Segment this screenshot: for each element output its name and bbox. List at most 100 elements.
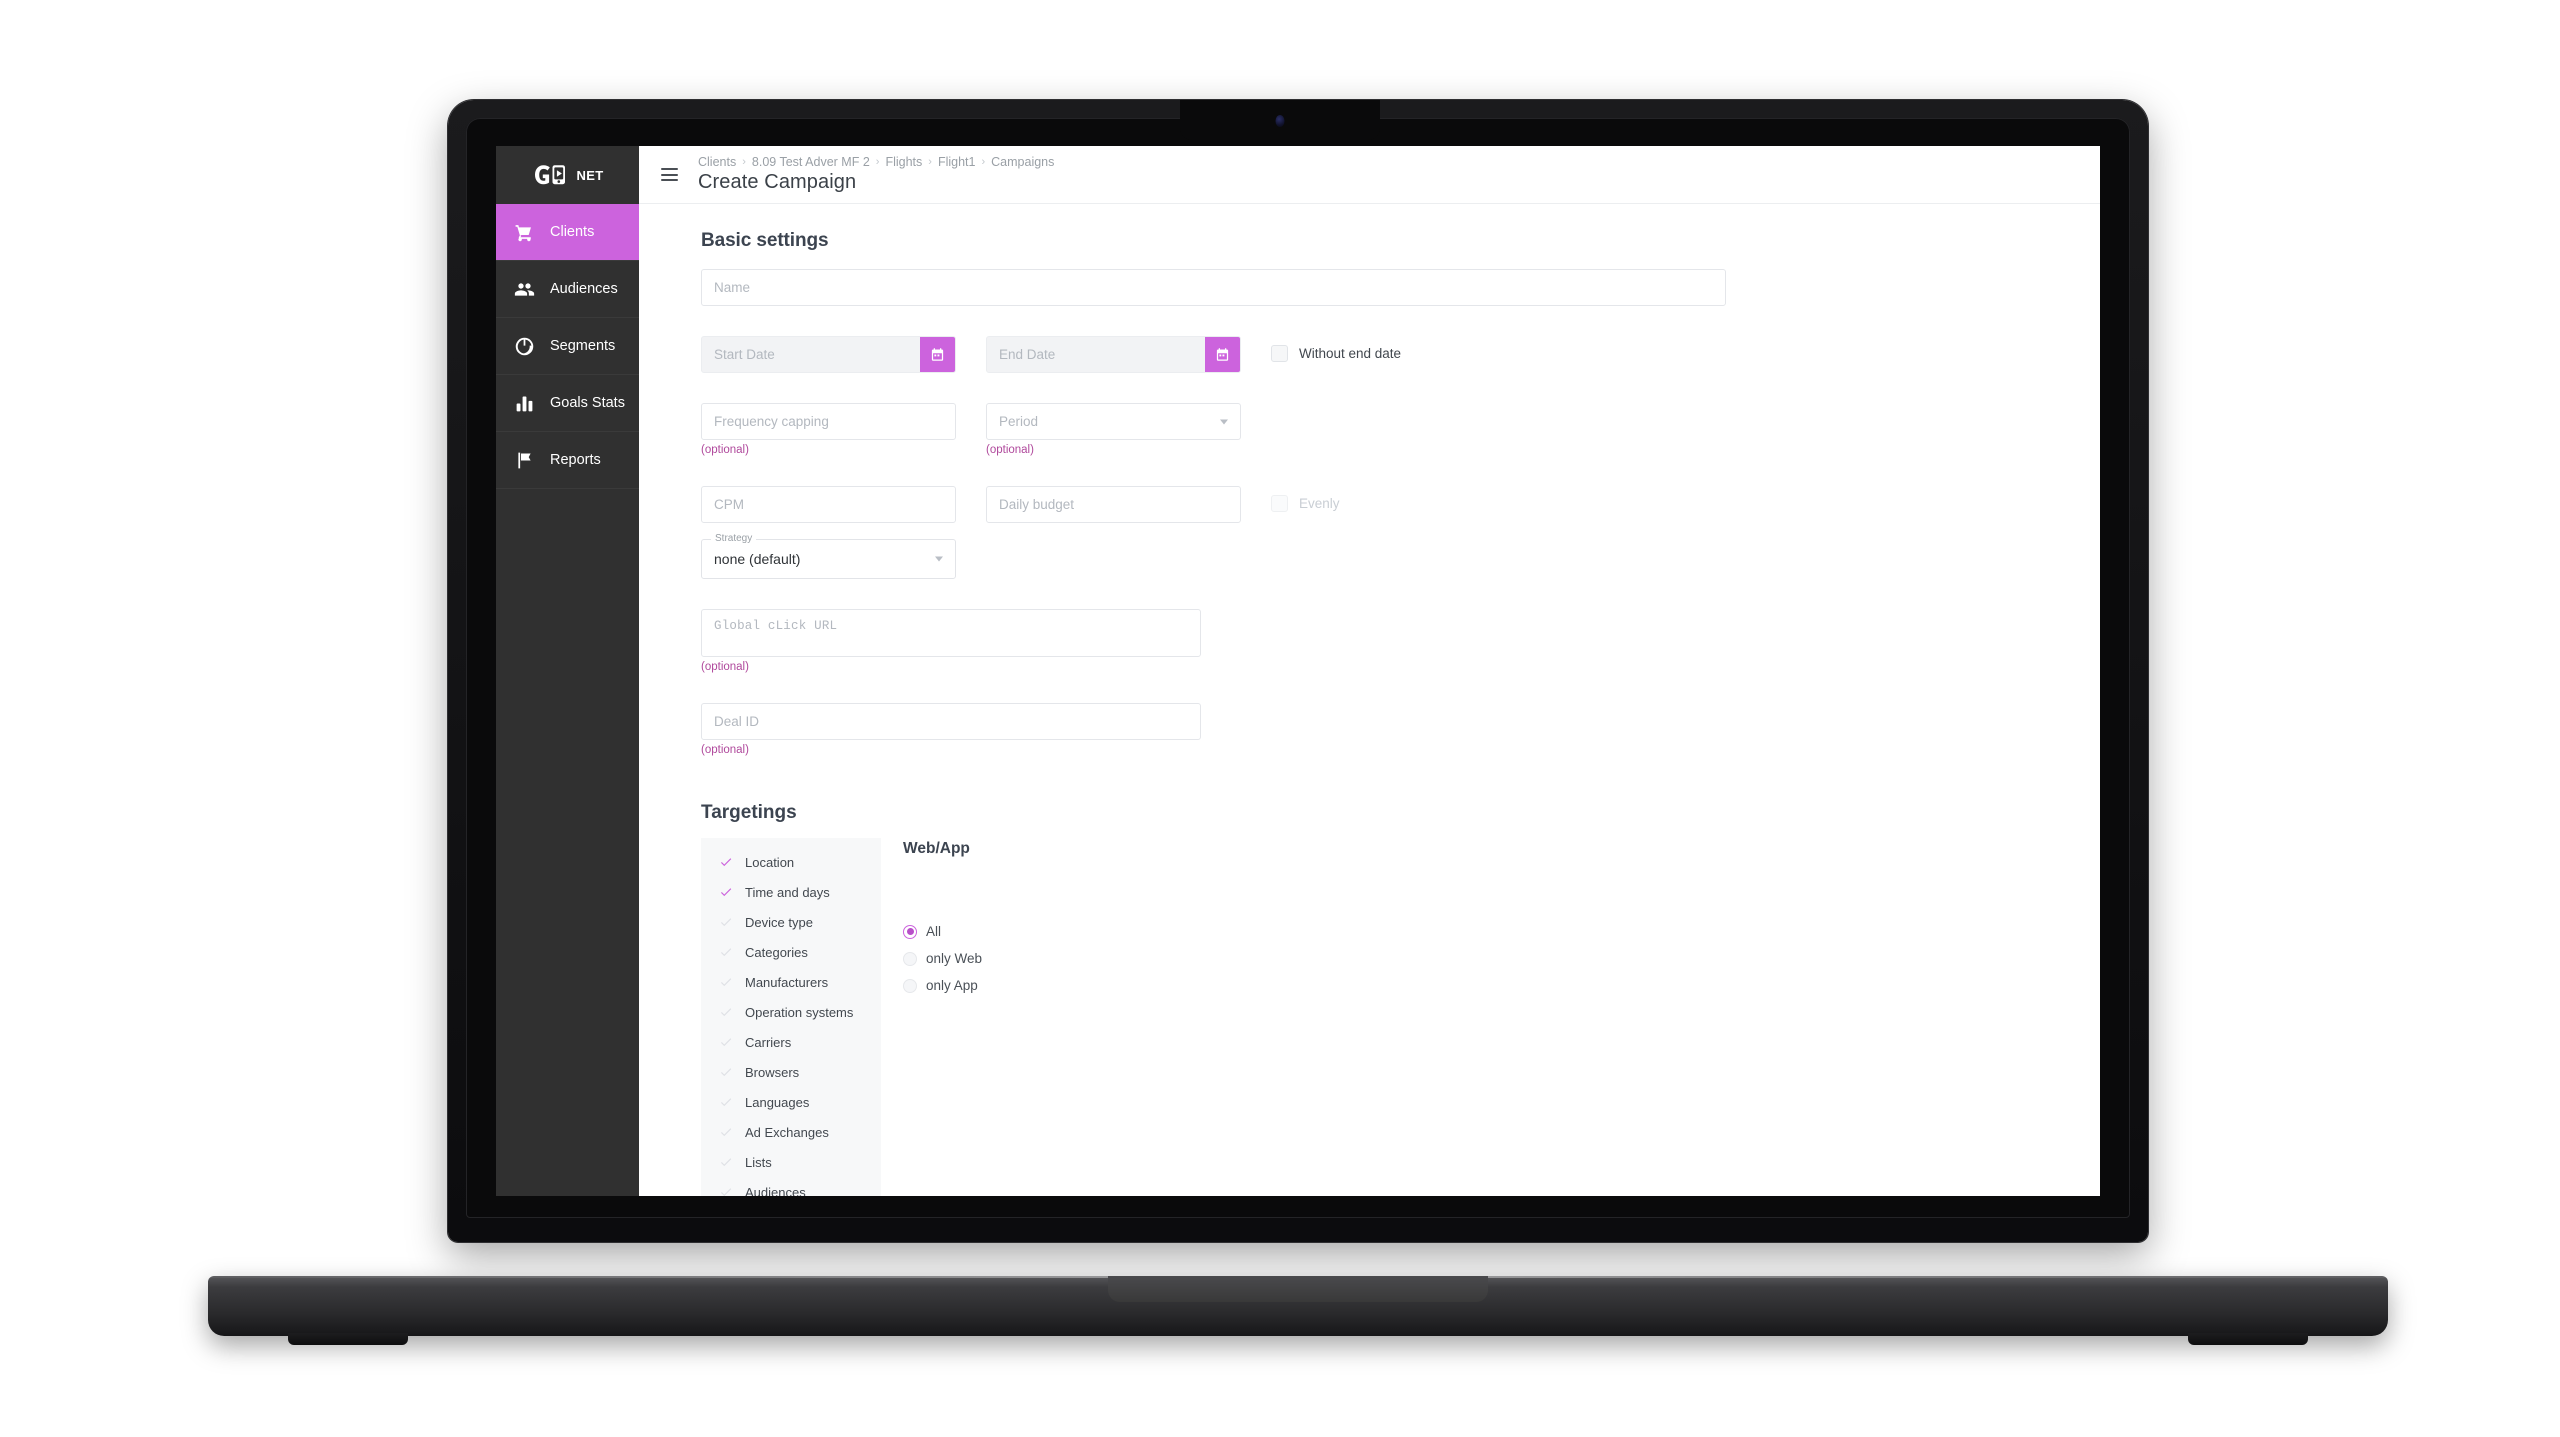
targeting-item-categories[interactable]: Categories xyxy=(709,937,873,967)
sidebar-item-goals-stats[interactable]: Goals Stats xyxy=(496,375,639,432)
evenly-checkbox[interactable]: Evenly xyxy=(1271,486,1340,512)
breadcrumb-item-flight1[interactable]: Flight1 xyxy=(938,155,976,169)
check-icon-inactive xyxy=(719,1125,733,1139)
targeting-item-label: Audiences xyxy=(745,1184,806,1197)
breadcrumb-separator-icon: › xyxy=(875,156,880,168)
targeting-item-audiences[interactable]: Audiences xyxy=(709,1177,873,1196)
radio-option-only-app[interactable]: only App xyxy=(903,972,982,999)
radio-icon-selected xyxy=(903,924,917,939)
period-optional-hint: (optional) xyxy=(986,444,1034,456)
header-titles: Clients › 8.09 Test Adver MF 2 › Flights… xyxy=(698,155,1054,194)
global-click-url-group: Global cLick URL (optional) xyxy=(701,609,1201,673)
laptop-mockup-scene: NET Clients Audiences Segments Goals Sta… xyxy=(0,0,2560,1437)
targeting-item-label: Categories xyxy=(745,944,808,960)
targeting-item-lists[interactable]: Lists xyxy=(709,1147,873,1177)
app-logo[interactable]: NET xyxy=(496,146,639,204)
form-row-global-click-url: Global cLick URL (optional) xyxy=(701,609,2100,673)
targeting-item-location[interactable]: Location xyxy=(709,847,873,877)
evenly-label: Evenly xyxy=(1299,496,1340,511)
bar-chart-icon xyxy=(514,393,535,414)
form-row-deal-id: Deal ID (optional) xyxy=(701,703,2100,756)
breadcrumb-item-advertiser[interactable]: 8.09 Test Adver MF 2 xyxy=(752,155,870,169)
name-input[interactable]: Name xyxy=(701,269,1726,306)
sidebar-item-clients[interactable]: Clients xyxy=(496,204,639,261)
go-net-logo-icon xyxy=(532,164,572,186)
laptop-camera-notch xyxy=(1180,100,1380,140)
deal-id-wrap: Deal ID xyxy=(701,703,1201,740)
cpm-wrap: CPM xyxy=(701,486,956,523)
breadcrumb-item-campaigns[interactable]: Campaigns xyxy=(991,155,1054,169)
sidebar-item-label: Audiences xyxy=(550,281,618,297)
deal-id-group: Deal ID (optional) xyxy=(701,703,1201,756)
name-field-wrap: Name xyxy=(701,269,1726,306)
targeting-item-operation-systems[interactable]: Operation systems xyxy=(709,997,873,1027)
targeting-item-browsers[interactable]: Browsers xyxy=(709,1057,873,1087)
targeting-item-label: Carriers xyxy=(745,1034,792,1050)
period-select[interactable]: Period xyxy=(986,403,1241,440)
targeting-item-time-and-days[interactable]: Time and days xyxy=(709,877,873,907)
check-icon-inactive xyxy=(719,1005,733,1019)
chevron-down-icon xyxy=(1220,419,1228,424)
hamburger-menu-icon[interactable] xyxy=(659,164,680,185)
global-click-url-optional-hint: (optional) xyxy=(701,661,749,673)
targeting-item-manufacturers[interactable]: Manufacturers xyxy=(709,967,873,997)
sidebar-item-audiences[interactable]: Audiences xyxy=(496,261,639,318)
global-click-url-input[interactable]: Global cLick URL xyxy=(701,609,1201,657)
base-foot-left xyxy=(288,1333,408,1345)
topbar: Clients › 8.09 Test Adver MF 2 › Flights… xyxy=(639,146,2100,204)
start-date-calendar-icon[interactable] xyxy=(920,337,955,372)
daily-budget-input[interactable]: Daily budget xyxy=(986,486,1241,523)
basic-settings-heading: Basic settings xyxy=(701,230,829,251)
targeting-item-carriers[interactable]: Carriers xyxy=(709,1027,873,1057)
radio-icon-empty xyxy=(903,978,917,993)
breadcrumb-item-clients[interactable]: Clients xyxy=(698,155,736,169)
frequency-capping-group: Frequency capping (optional) xyxy=(701,403,956,456)
radio-option-only-web[interactable]: only Web xyxy=(903,945,982,972)
sidebar-item-label: Segments xyxy=(550,338,616,354)
checkbox-box-icon xyxy=(1271,495,1288,512)
deal-id-input[interactable]: Deal ID xyxy=(701,703,1201,740)
content-scroll-area: Basic settings Name Start Date End Date … xyxy=(639,204,2100,1196)
checkbox-box-icon xyxy=(1271,345,1288,362)
sidebar-item-label: Clients xyxy=(550,224,595,240)
sidebar-item-label: Goals Stats xyxy=(550,395,625,411)
form-row-dates: Start Date End Date Without end date xyxy=(701,336,2100,373)
breadcrumb-separator-icon: › xyxy=(928,156,932,168)
form-row-name: Name xyxy=(701,269,2100,306)
targeting-item-label: Lists xyxy=(745,1154,772,1170)
radio-option-all[interactable]: All xyxy=(903,918,982,945)
targeting-item-label: Time and days xyxy=(745,884,830,900)
panel-title: Web/App xyxy=(903,840,970,857)
end-date-input[interactable]: End Date xyxy=(986,336,1241,373)
people-icon xyxy=(514,279,535,300)
cpm-input[interactable]: CPM xyxy=(701,486,956,523)
start-date-input[interactable]: Start Date xyxy=(701,336,956,373)
end-date-wrap: End Date xyxy=(986,336,1241,373)
strategy-select[interactable]: Strategy none (default) xyxy=(701,533,956,579)
frequency-capping-input[interactable]: Frequency capping xyxy=(701,403,956,440)
period-wrap: Period xyxy=(986,403,1241,440)
check-icon-active xyxy=(719,885,733,899)
radio-option-label: All xyxy=(926,924,942,939)
check-icon-inactive xyxy=(719,1065,733,1079)
targeting-item-ad-exchanges[interactable]: Ad Exchanges xyxy=(709,1117,873,1147)
page-title: Create Campaign xyxy=(698,171,857,193)
end-date-calendar-icon[interactable] xyxy=(1205,337,1240,372)
daily-budget-wrap: Daily budget xyxy=(986,486,1241,523)
check-icon-inactive xyxy=(719,945,733,959)
sidebar-item-reports[interactable]: Reports xyxy=(496,432,639,489)
base-lid-notch xyxy=(1108,1276,1488,1302)
targeting-item-device-type[interactable]: Device type xyxy=(709,907,873,937)
targeting-item-languages[interactable]: Languages xyxy=(709,1087,873,1117)
targeting-item-label: Languages xyxy=(745,1094,810,1110)
breadcrumb-separator-icon: › xyxy=(742,156,746,168)
check-icon-inactive xyxy=(719,915,733,929)
without-end-date-checkbox[interactable]: Without end date xyxy=(1271,336,1401,362)
breadcrumb-item-flights[interactable]: Flights xyxy=(885,155,922,169)
check-icon-inactive xyxy=(719,1155,733,1169)
sidebar-item-segments[interactable]: Segments xyxy=(496,318,639,375)
period-group: Period (optional) xyxy=(986,403,1241,456)
strategy-label: Strategy xyxy=(711,533,757,544)
